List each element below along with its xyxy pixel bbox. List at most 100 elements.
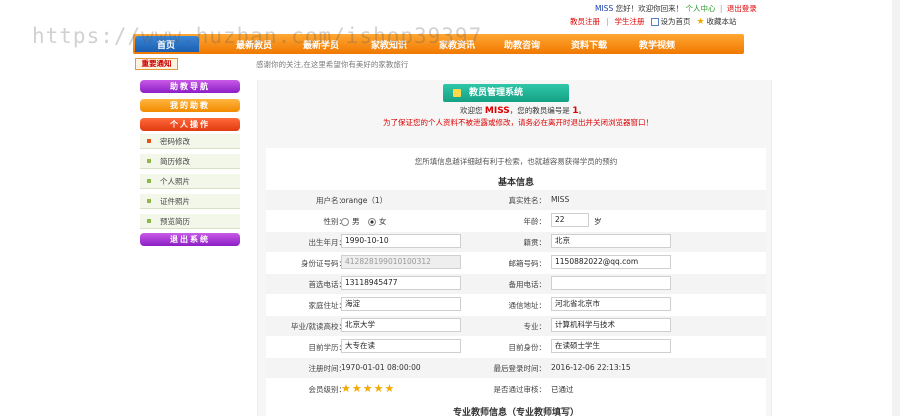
- star-icon: ★: [696, 17, 705, 27]
- favorite-link[interactable]: ★ 收藏本站: [697, 16, 737, 28]
- bullet-icon: [147, 199, 151, 203]
- realname-value: MISS: [551, 195, 570, 204]
- form-tip: 您所填信息越详细越有利于检索，也就越容易获得学员的预约: [414, 157, 618, 166]
- birth-input[interactable]: 1990-10-10: [341, 234, 461, 248]
- security-warning: 为了保证您的个人资料不被泄露或修改，请务必在离开时退出并关闭浏览器窗口！: [383, 118, 653, 127]
- form-row: 会员级别： ★★★★★ 是否通过审核： 已通过: [266, 379, 766, 399]
- native-label: 籍贯：: [523, 238, 547, 247]
- username-link[interactable]: MISS: [595, 4, 613, 13]
- address-label: 家庭住址：: [308, 301, 347, 310]
- nav-item-new-teachers[interactable]: 最新教员: [236, 38, 272, 51]
- level-label: 会员级别：: [308, 385, 347, 394]
- gender-label: 性别：: [323, 217, 347, 226]
- register-links: 教员注册 | 学生注册 设为首页 ★ 收藏本站: [570, 16, 737, 28]
- gender-male-radio[interactable]: [341, 218, 349, 226]
- pro-info-title: 专业教师信息（专业教师填写）: [452, 408, 579, 416]
- gender-female-radio[interactable]: [367, 218, 376, 226]
- phone-label: 首选电话：: [308, 280, 347, 289]
- username-value: orange（1）: [341, 196, 388, 205]
- sidebar: 助教导航 我的助教 个人操作 密码修改 简历修改 个人照片 证件照片 预览简历 …: [140, 80, 240, 252]
- bullet-icon: [147, 159, 151, 163]
- regtime-value: 1970-01-01 08:00:00: [341, 363, 421, 372]
- form-row: 首选电话： 13118945477 备用电话：: [266, 274, 766, 294]
- email-input[interactable]: 1150882022@qq.com: [551, 255, 671, 269]
- form-row: 身份证号码： 412828199010100312 邮箱号码： 11508820…: [266, 253, 766, 273]
- home-icon: [650, 18, 659, 26]
- nav-item-tutor-knowledge[interactable]: 家教知识: [371, 38, 407, 51]
- form-row: 用户名： orange（1） 真实姓名： MISS: [266, 190, 766, 210]
- edu-select[interactable]: 大专在读: [341, 339, 461, 353]
- nav-item-downloads[interactable]: 资料下载: [571, 38, 607, 51]
- sidebar-item-photo[interactable]: 个人照片: [140, 174, 240, 189]
- idcard-label: 身份证号码：: [301, 259, 346, 268]
- sidebar-item-resume-preview[interactable]: 预览简历: [140, 214, 240, 229]
- phone-input[interactable]: 13118945477: [341, 276, 461, 290]
- nav-item-videos[interactable]: 教学视频: [639, 38, 675, 51]
- sidebar-item-id-photo[interactable]: 证件照片: [140, 194, 240, 209]
- school-label: 毕业/就读高校：: [290, 322, 346, 331]
- form-row: 性别： 男 女 年龄： 22 岁: [266, 211, 766, 231]
- native-input[interactable]: 北京: [551, 234, 671, 248]
- sidebar-item-resume-edit[interactable]: 简历修改: [140, 154, 240, 169]
- form-row: 目前学历： 大专在读 目前身份： 在读硕士学生: [266, 337, 766, 357]
- form-row: 家庭住址： 海淀 通信地址： 河北省北京市: [266, 295, 766, 315]
- notice-text: 感谢你的关注,在这里希望你有美好的家教旅行: [256, 60, 409, 69]
- set-home-link[interactable]: 设为首页: [650, 16, 691, 28]
- phone2-input[interactable]: [551, 276, 671, 290]
- form-row: 注册时间： 1970-01-01 08:00:00 最后登录时间： 2016-1…: [266, 358, 766, 378]
- main-nav: 首页 最新教员 最新学员 家教知识 家教资讯 助教咨询 资料下载 教学视频: [133, 34, 744, 54]
- username-label: 用户名：: [316, 196, 346, 205]
- folder-icon: [453, 89, 461, 97]
- nav-item-tutor-news[interactable]: 家教资讯: [439, 38, 475, 51]
- bullet-icon: [147, 219, 151, 223]
- profile-form: 您所填信息越详细越有利于检索，也就越容易获得学员的预约 基本信息 用户名： or…: [266, 148, 766, 416]
- nav-item-consult[interactable]: 助教咨询: [504, 38, 540, 51]
- sidebar-my-tutor-button[interactable]: 我的助教: [140, 99, 240, 112]
- teacher-register-link[interactable]: 教员注册: [570, 16, 600, 28]
- logout-link[interactable]: 退出登录: [727, 4, 757, 13]
- email-label: 邮箱号码：: [508, 259, 547, 268]
- lastlogin-label: 最后登录时间：: [493, 364, 547, 373]
- phone2-label: 备用电话：: [508, 280, 547, 289]
- sidebar-personal-ops-button[interactable]: 个人操作: [140, 118, 240, 131]
- main-panel: 教员管理系统 欢迎您 MISS，您的教员编号是 1。 为了保证您的个人资料不被泄…: [257, 80, 772, 416]
- gender-group: 男 女: [341, 216, 386, 227]
- nav-item-home[interactable]: 首页: [157, 38, 175, 51]
- age-unit: 岁: [594, 217, 602, 226]
- student-register-link[interactable]: 学生注册: [615, 16, 645, 28]
- birth-label: 出生年月：: [308, 238, 347, 247]
- audit-value: 已通过: [551, 385, 574, 394]
- address-input[interactable]: 海淀: [341, 297, 461, 311]
- personal-center-link[interactable]: 个人中心: [686, 4, 716, 13]
- mail-label: 通信地址：: [508, 301, 547, 310]
- bullet-icon: [147, 179, 151, 183]
- school-input[interactable]: 北京大学: [341, 318, 461, 332]
- welcome-line: 欢迎您 MISS，您的教员编号是 1。: [460, 106, 586, 116]
- page-scrollbar[interactable]: [892, 0, 900, 416]
- age-label: 年龄：: [523, 217, 547, 226]
- nav-item-new-students[interactable]: 最新学员: [303, 38, 339, 51]
- age-input[interactable]: 22: [551, 213, 589, 227]
- mail-input[interactable]: 河北省北京市: [551, 297, 671, 311]
- major-label: 专业：: [523, 322, 547, 331]
- sidebar-nav-title-button[interactable]: 助教导航: [140, 80, 240, 93]
- form-row: 毕业/就读高校： 北京大学 专业： 计算机科学与技术: [266, 316, 766, 336]
- lastlogin-value: 2016-12-06 22:13:15: [551, 363, 631, 372]
- system-title-banner: 教员管理系统: [443, 84, 569, 102]
- form-row: 出生年月： 1990-10-10 籍贯： 北京: [266, 232, 766, 252]
- audit-label: 是否通过审核：: [493, 385, 547, 394]
- bullet-icon: [147, 139, 151, 143]
- sidebar-item-password[interactable]: 密码修改: [140, 134, 240, 149]
- major-input[interactable]: 计算机科学与技术: [551, 318, 671, 332]
- top-links: MISS 您好！欢迎你回来！ 个人中心 | 退出登录: [595, 4, 757, 13]
- level-stars: ★★★★★: [341, 382, 396, 395]
- greeting-text: 您好！欢迎你回来！: [615, 4, 684, 13]
- status-select[interactable]: 在读硕士学生: [551, 339, 671, 353]
- basic-info-title: 基本信息: [497, 178, 534, 188]
- idcard-input[interactable]: 412828199010100312: [341, 255, 461, 269]
- notice-tag: 重要通知: [135, 58, 178, 70]
- sidebar-logout-button[interactable]: 退出系统: [140, 233, 240, 246]
- status-label: 目前身份：: [508, 343, 547, 352]
- edu-label: 目前学历：: [308, 343, 347, 352]
- realname-label: 真实姓名：: [508, 196, 547, 205]
